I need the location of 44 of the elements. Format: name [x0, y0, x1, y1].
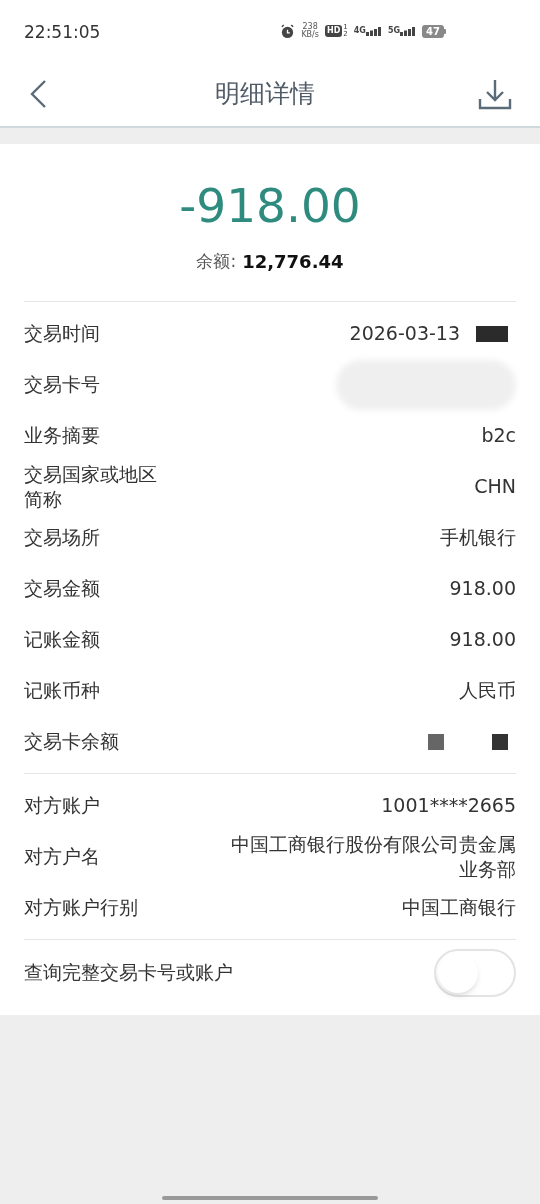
- field-value: b2c: [481, 423, 516, 448]
- field-value: 中国工商银行股份有限公司贵金属业务部: [230, 831, 516, 882]
- redaction-mark: [492, 733, 508, 750]
- page-title: 明细详情: [215, 78, 315, 111]
- field-value: 手机银行: [440, 525, 516, 550]
- field-label: 记账币种: [24, 678, 101, 703]
- speed-unit: KB/s: [301, 31, 319, 39]
- network-speed: 238: [302, 23, 318, 31]
- field-label: 交易卡余额: [24, 729, 120, 754]
- network-type: 4G: [353, 26, 366, 35]
- field-label: 对方账户行别: [24, 895, 139, 920]
- redaction-mark: [476, 325, 508, 342]
- hd-badge: HD: [325, 25, 343, 37]
- field-label: 对方账户: [24, 793, 101, 818]
- battery-level: 47: [422, 24, 444, 38]
- field-label: 交易时间: [24, 321, 101, 346]
- field-value: CHN: [474, 474, 516, 499]
- status-time: 22:51:05: [24, 21, 101, 45]
- field-value: 1001****2665: [381, 793, 516, 818]
- network-type: 5G: [387, 26, 401, 35]
- transaction-amount: -918.00: [179, 177, 361, 235]
- toggle-label: 查询完整交易卡号或账户: [24, 960, 233, 986]
- balance-label: 余额:: [196, 249, 237, 273]
- signal-icon: [365, 26, 382, 36]
- download-button[interactable]: [478, 77, 512, 111]
- field-value: 中国工商银行: [402, 895, 516, 920]
- redaction-mark: [428, 733, 444, 750]
- field-value: 918.00: [449, 576, 516, 601]
- field-value: 918.00: [449, 627, 516, 652]
- back-icon: [28, 79, 48, 109]
- field-value: 2026-03-13: [349, 321, 460, 347]
- field-label: 交易国家或地区简称: [24, 461, 158, 512]
- field-label: 交易卡号: [24, 372, 101, 397]
- field-label: 交易场所: [24, 525, 101, 550]
- download-icon: [478, 77, 512, 111]
- field-value: 人民币: [459, 678, 516, 703]
- alarm-icon: [280, 23, 296, 39]
- field-label: 交易金额: [24, 576, 101, 601]
- balance-value: 12,776.44: [242, 250, 344, 274]
- field-label: 业务摘要: [24, 423, 101, 448]
- field-label: 记账金额: [24, 627, 101, 652]
- toggle-switch[interactable]: [434, 948, 516, 997]
- field-label: 对方户名: [24, 844, 101, 869]
- signal-icon: [400, 26, 417, 36]
